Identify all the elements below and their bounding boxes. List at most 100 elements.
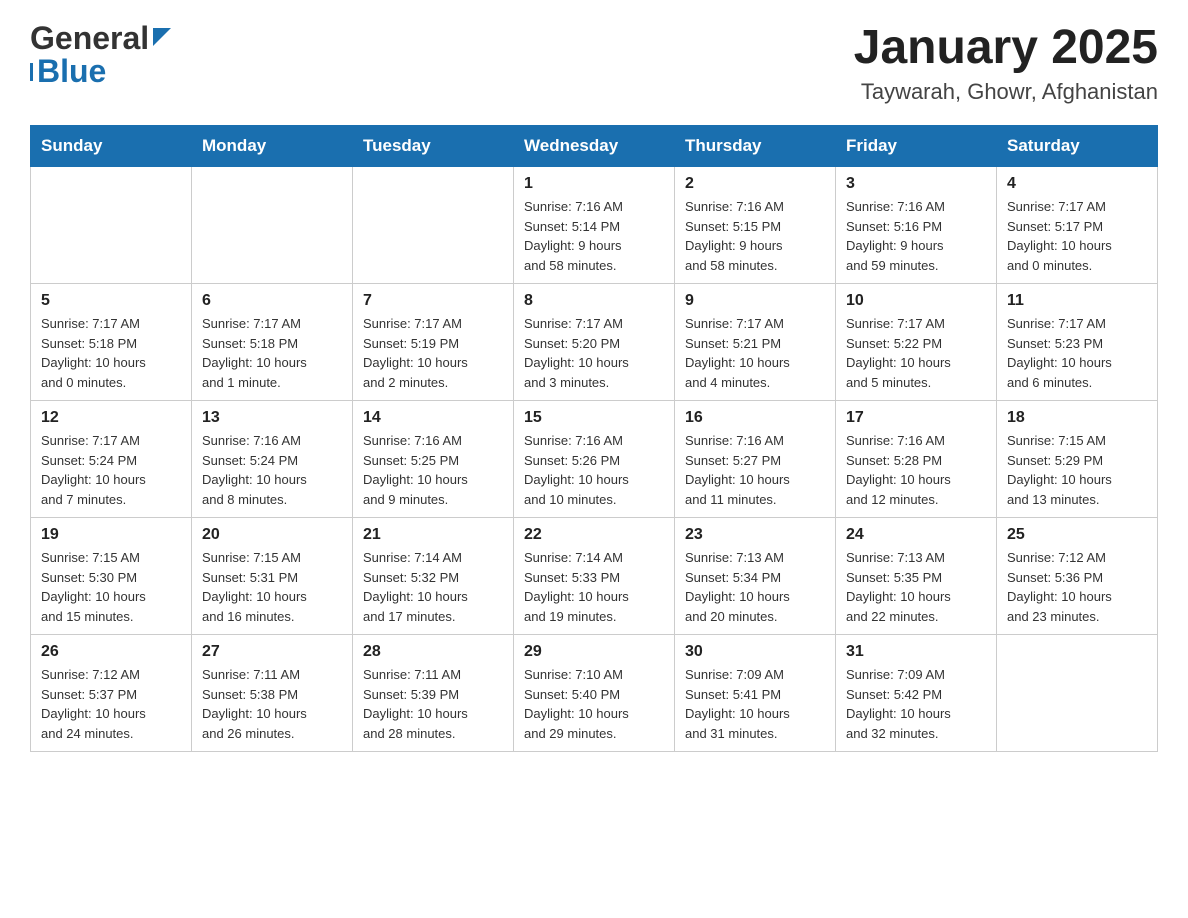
- day-info: Sunrise: 7:13 AM Sunset: 5:34 PM Dayligh…: [685, 548, 825, 626]
- day-number: 1: [524, 175, 664, 193]
- page-header: General Blue January 2025 Taywarah, Ghow…: [30, 20, 1158, 105]
- day-info: Sunrise: 7:09 AM Sunset: 5:41 PM Dayligh…: [685, 665, 825, 743]
- calendar-week-5: 26Sunrise: 7:12 AM Sunset: 5:37 PM Dayli…: [31, 635, 1158, 752]
- day-info: Sunrise: 7:17 AM Sunset: 5:23 PM Dayligh…: [1007, 314, 1147, 392]
- day-number: 16: [685, 409, 825, 427]
- calendar-cell: 15Sunrise: 7:16 AM Sunset: 5:26 PM Dayli…: [514, 401, 675, 518]
- calendar-cell: 14 Sunrise: 7:16 AM Sunset: 5:25 PM Dayli…: [353, 401, 514, 518]
- calendar-cell: 12 Sunrise: 7:17 AM Sunset: 5:24 PM Dayli…: [31, 401, 192, 518]
- calendar-cell: 13 Sunrise: 7:16 AM Sunset: 5:24 PM Dayli…: [192, 401, 353, 518]
- day-number: 17: [846, 409, 986, 427]
- day-info: Sunrise: 7:16 AM Sunset: 5:28 PM Dayligh…: [846, 431, 986, 509]
- day-info: Sunrise: 7:11 AM Sunset: 5:39 PM Dayligh…: [363, 665, 503, 743]
- day-info: Sunrise: 7:16 AM Sunset: 5:26 PM Dayligh…: [524, 431, 664, 509]
- calendar-cell: 3 Sunrise: 7:16 AM Sunset: 5:16 PM Daylig…: [836, 167, 997, 284]
- calendar-cell: 23 Sunrise: 7:13 AM Sunset: 5:34 PM Dayli…: [675, 518, 836, 635]
- location: Taywarah, Ghowr, Afghanistan: [854, 79, 1158, 105]
- day-number: 18: [1007, 409, 1147, 427]
- calendar-cell: 16 Sunrise: 7:16 AM Sunset: 5:27 PM Dayli…: [675, 401, 836, 518]
- calendar-cell: 26Sunrise: 7:12 AM Sunset: 5:37 PM Dayli…: [31, 635, 192, 752]
- day-info: Sunrise: 7:17 AM Sunset: 5:19 PM Dayligh…: [363, 314, 503, 392]
- day-number: 21: [363, 526, 503, 544]
- calendar-cell: [192, 167, 353, 284]
- calendar-week-2: 5 Sunrise: 7:17 AM Sunset: 5:18 PM Daylig…: [31, 284, 1158, 401]
- day-number: 11: [1007, 292, 1147, 310]
- day-number: 14: [363, 409, 503, 427]
- calendar-cell: 25Sunrise: 7:12 AM Sunset: 5:36 PM Dayli…: [997, 518, 1158, 635]
- calendar-cell: 8 Sunrise: 7:17 AM Sunset: 5:20 PM Daylig…: [514, 284, 675, 401]
- day-info: Sunrise: 7:15 AM Sunset: 5:30 PM Dayligh…: [41, 548, 181, 626]
- day-info: Sunrise: 7:16 AM Sunset: 5:15 PM Dayligh…: [685, 197, 825, 275]
- calendar-cell: [997, 635, 1158, 752]
- calendar-cell: 28 Sunrise: 7:11 AM Sunset: 5:39 PM Dayli…: [353, 635, 514, 752]
- day-info: Sunrise: 7:17 AM Sunset: 5:24 PM Dayligh…: [41, 431, 181, 509]
- day-info: Sunrise: 7:17 AM Sunset: 5:18 PM Dayligh…: [202, 314, 342, 392]
- day-number: 10: [846, 292, 986, 310]
- day-info: Sunrise: 7:14 AM Sunset: 5:32 PM Dayligh…: [363, 548, 503, 626]
- day-info: Sunrise: 7:16 AM Sunset: 5:24 PM Dayligh…: [202, 431, 342, 509]
- calendar-cell: 7 Sunrise: 7:17 AM Sunset: 5:19 PM Daylig…: [353, 284, 514, 401]
- day-number: 3: [846, 175, 986, 193]
- calendar-cell: 2 Sunrise: 7:16 AM Sunset: 5:15 PM Daylig…: [675, 167, 836, 284]
- calendar-cell: 30 Sunrise: 7:09 AM Sunset: 5:41 PM Dayli…: [675, 635, 836, 752]
- day-number: 9: [685, 292, 825, 310]
- day-info: Sunrise: 7:11 AM Sunset: 5:38 PM Dayligh…: [202, 665, 342, 743]
- weekday-header-saturday: Saturday: [997, 126, 1158, 167]
- day-number: 5: [41, 292, 181, 310]
- day-info: Sunrise: 7:17 AM Sunset: 5:20 PM Dayligh…: [524, 314, 664, 392]
- day-number: 12: [41, 409, 181, 427]
- day-info: Sunrise: 7:16 AM Sunset: 5:27 PM Dayligh…: [685, 431, 825, 509]
- weekday-header-thursday: Thursday: [675, 126, 836, 167]
- day-number: 2: [685, 175, 825, 193]
- day-number: 13: [202, 409, 342, 427]
- calendar-cell: 10 Sunrise: 7:17 AM Sunset: 5:22 PM Dayli…: [836, 284, 997, 401]
- calendar-cell: 24 Sunrise: 7:13 AM Sunset: 5:35 PM Dayli…: [836, 518, 997, 635]
- day-number: 4: [1007, 175, 1147, 193]
- weekday-header-monday: Monday: [192, 126, 353, 167]
- logo-blue: Blue: [37, 53, 106, 90]
- calendar-cell: 27 Sunrise: 7:11 AM Sunset: 5:38 PM Dayli…: [192, 635, 353, 752]
- month-title: January 2025: [854, 20, 1158, 75]
- day-number: 28: [363, 643, 503, 661]
- calendar-cell: [31, 167, 192, 284]
- day-number: 31: [846, 643, 986, 661]
- day-number: 6: [202, 292, 342, 310]
- calendar-cell: 21 Sunrise: 7:14 AM Sunset: 5:32 PM Dayli…: [353, 518, 514, 635]
- calendar-table: SundayMondayTuesdayWednesdayThursdayFrid…: [30, 125, 1158, 752]
- day-number: 8: [524, 292, 664, 310]
- calendar-cell: 19 Sunrise: 7:15 AM Sunset: 5:30 PM Dayli…: [31, 518, 192, 635]
- day-number: 7: [363, 292, 503, 310]
- day-number: 24: [846, 526, 986, 544]
- day-number: 27: [202, 643, 342, 661]
- calendar-cell: 18 Sunrise: 7:15 AM Sunset: 5:29 PM Dayli…: [997, 401, 1158, 518]
- day-number: 26: [41, 643, 181, 661]
- day-number: 20: [202, 526, 342, 544]
- weekday-header-tuesday: Tuesday: [353, 126, 514, 167]
- day-info: Sunrise: 7:16 AM Sunset: 5:25 PM Dayligh…: [363, 431, 503, 509]
- day-info: Sunrise: 7:14 AM Sunset: 5:33 PM Dayligh…: [524, 548, 664, 626]
- day-info: Sunrise: 7:17 AM Sunset: 5:22 PM Dayligh…: [846, 314, 986, 392]
- day-number: 19: [41, 526, 181, 544]
- day-number: 22: [524, 526, 664, 544]
- calendar-cell: 29Sunrise: 7:10 AM Sunset: 5:40 PM Dayli…: [514, 635, 675, 752]
- day-info: Sunrise: 7:17 AM Sunset: 5:17 PM Dayligh…: [1007, 197, 1147, 275]
- day-info: Sunrise: 7:13 AM Sunset: 5:35 PM Dayligh…: [846, 548, 986, 626]
- day-info: Sunrise: 7:17 AM Sunset: 5:18 PM Dayligh…: [41, 314, 181, 392]
- calendar-week-4: 19 Sunrise: 7:15 AM Sunset: 5:30 PM Dayli…: [31, 518, 1158, 635]
- calendar-cell: 5 Sunrise: 7:17 AM Sunset: 5:18 PM Daylig…: [31, 284, 192, 401]
- day-info: Sunrise: 7:15 AM Sunset: 5:29 PM Dayligh…: [1007, 431, 1147, 509]
- day-info: Sunrise: 7:16 AM Sunset: 5:16 PM Dayligh…: [846, 197, 986, 275]
- calendar-week-1: 1Sunrise: 7:16 AM Sunset: 5:14 PM Daylig…: [31, 167, 1158, 284]
- calendar-cell: 9 Sunrise: 7:17 AM Sunset: 5:21 PM Daylig…: [675, 284, 836, 401]
- logo: General Blue: [30, 20, 173, 90]
- calendar-cell: 1Sunrise: 7:16 AM Sunset: 5:14 PM Daylig…: [514, 167, 675, 284]
- calendar-cell: 17 Sunrise: 7:16 AM Sunset: 5:28 PM Dayli…: [836, 401, 997, 518]
- calendar-cell: 11 Sunrise: 7:17 AM Sunset: 5:23 PM Dayli…: [997, 284, 1158, 401]
- weekday-header-wednesday: Wednesday: [514, 126, 675, 167]
- day-number: 23: [685, 526, 825, 544]
- day-info: Sunrise: 7:17 AM Sunset: 5:21 PM Dayligh…: [685, 314, 825, 392]
- day-info: Sunrise: 7:15 AM Sunset: 5:31 PM Dayligh…: [202, 548, 342, 626]
- calendar-cell: [353, 167, 514, 284]
- calendar-cell: 22 Sunrise: 7:14 AM Sunset: 5:33 PM Dayli…: [514, 518, 675, 635]
- day-number: 30: [685, 643, 825, 661]
